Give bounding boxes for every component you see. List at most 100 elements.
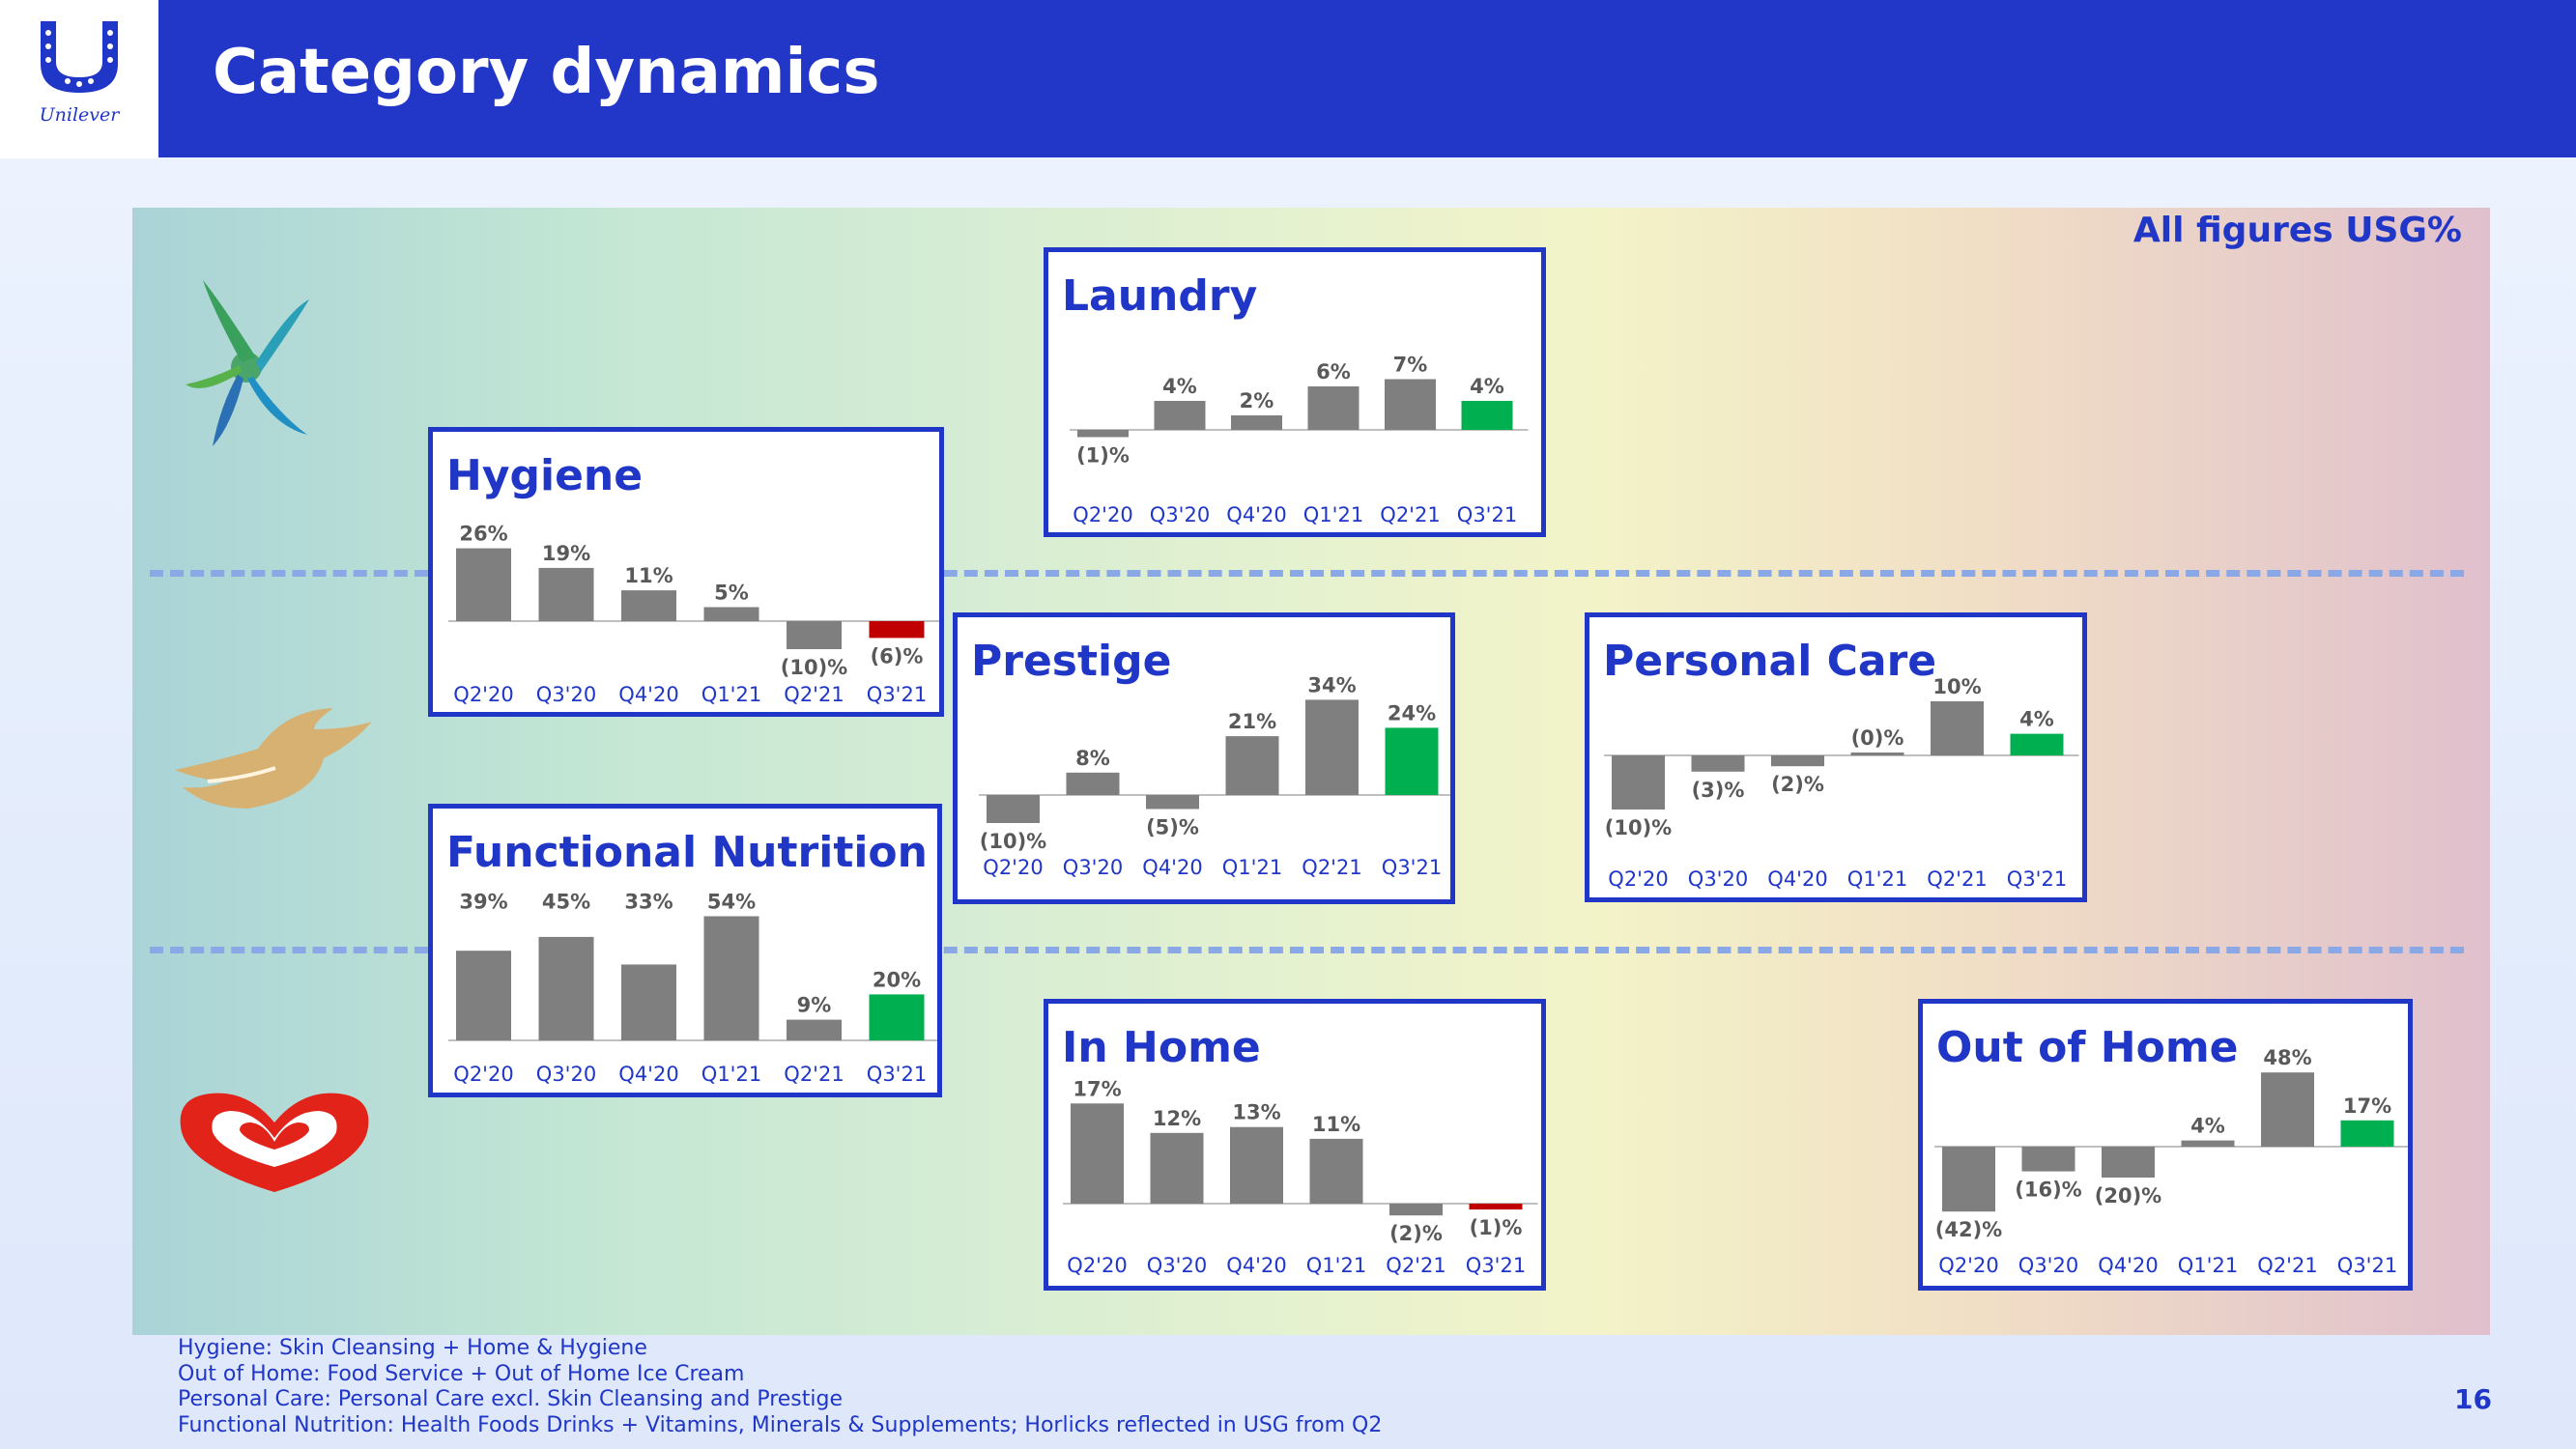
category-label: Q2'21: [784, 1063, 844, 1086]
bar: [2102, 1147, 2155, 1178]
figures-note: All figures USG%: [2132, 211, 2462, 250]
data-label: 12%: [1153, 1107, 1201, 1130]
data-label: (2)%: [1771, 773, 1824, 796]
bar: [2261, 1072, 2314, 1147]
data-label: (20)%: [2095, 1184, 2161, 1208]
bar: [1225, 736, 1279, 795]
bar: [621, 590, 676, 621]
data-label: (10)%: [980, 830, 1046, 853]
category-label: Q3'21: [1382, 856, 1442, 879]
category-label: Q2'20: [983, 856, 1043, 879]
category-label: Q3'21: [867, 683, 927, 706]
laundry-chart: Laundry (1)% Q2'20 4% Q3'20 2% Q4'20 6% Q1'21 7%…: [1044, 247, 1546, 537]
category-label: Q4'20: [1142, 856, 1202, 879]
category-label: Q4'20: [2098, 1254, 2158, 1277]
bar: [703, 916, 759, 1040]
bar: [538, 567, 594, 621]
category-label: Q1'21: [1303, 503, 1363, 526]
out-of-home-chart: Out of Home (42)% Q2'20 (16)% Q3'20 (20)% Q4'…: [1918, 999, 2413, 1291]
bar: [538, 936, 594, 1040]
data-label: 45%: [542, 890, 590, 913]
category-label: Q2'20: [1608, 867, 1668, 891]
data-label: (2)%: [1389, 1222, 1443, 1245]
category-label: Q2'20: [1938, 1254, 1998, 1277]
unilever-logo: Unilever: [0, 0, 158, 158]
bar: [621, 964, 676, 1040]
heart-brand-icon: [180, 1093, 369, 1192]
category-label: Q2'21: [784, 683, 844, 706]
bar: [1077, 430, 1129, 438]
bar: [456, 548, 511, 621]
data-label: 4%: [1470, 375, 1504, 398]
category-label: Q2'21: [1380, 503, 1440, 526]
footnote-line: Functional Nutrition: Health Foods Drink…: [178, 1412, 1383, 1437]
bar: [1385, 379, 1436, 430]
in-home-chart: In Home 17% Q2'20 12% Q3'20 13% Q4'20 11% Q1'21…: [1044, 999, 1546, 1291]
category-label: Q3'20: [536, 683, 596, 706]
bar: [1691, 755, 1745, 772]
category-label: Q4'20: [1226, 503, 1286, 526]
data-label: 17%: [2343, 1094, 2391, 1118]
data-label: 17%: [1073, 1077, 1121, 1100]
category-label: Q2'21: [1927, 867, 1987, 891]
footnote-line: Personal Care: Personal Care excl. Skin …: [178, 1387, 844, 1411]
data-label: 34%: [1307, 673, 1356, 696]
data-label: (42)%: [1935, 1218, 2002, 1241]
data-label: 7%: [1393, 354, 1428, 377]
category-label: Q1'21: [1847, 867, 1907, 891]
bar: [2181, 1140, 2235, 1147]
data-label: (10)%: [1605, 816, 1672, 839]
category-label: Q1'21: [2178, 1254, 2238, 1277]
bar: [1307, 386, 1360, 430]
category-label: Q3'20: [1688, 867, 1748, 891]
data-label: 39%: [459, 890, 507, 913]
category-label: Q1'21: [701, 1063, 761, 1086]
data-label: 10%: [1932, 675, 1981, 698]
bar: [1389, 1204, 1443, 1216]
data-label: 9%: [797, 994, 832, 1017]
data-label: (6)%: [871, 644, 924, 668]
data-label: 48%: [2263, 1046, 2311, 1069]
bar: [1385, 727, 1439, 795]
page-number: 16: [2454, 1383, 2492, 1415]
bar: [1305, 699, 1359, 795]
bar: [1154, 401, 1206, 430]
data-label: 2%: [1240, 389, 1274, 412]
category-label: Q4'20: [618, 1063, 678, 1086]
data-label: 26%: [459, 523, 507, 546]
prestige-chart: Prestige (10)% Q2'20 8% Q3'20 (5)% Q4'20 21% Q1…: [953, 612, 1455, 904]
functional-nutrition-chart: Functional Nutrition 39% Q2'20 45% Q3'20 33%…: [428, 804, 942, 1097]
category-label: Q1'21: [1306, 1254, 1366, 1277]
data-label: (0)%: [1851, 726, 1904, 750]
beauty-personal-care-icon: [186, 280, 309, 446]
footnote-line: Out of Home: Food Service + Out of Home …: [178, 1361, 745, 1386]
category-label: Q3'20: [2018, 1254, 2078, 1277]
category-label: Q4'20: [618, 683, 678, 706]
data-label: 4%: [1162, 375, 1197, 398]
bar: [2021, 1147, 2075, 1172]
category-label: Q3'21: [1457, 503, 1517, 526]
bar: [869, 621, 925, 639]
bar: [1612, 755, 1665, 810]
category-label: Q3'20: [536, 1063, 596, 1086]
category-label: Q1'21: [1222, 856, 1282, 879]
footnote-line: Hygiene: Skin Cleansing + Home & Hygiene: [178, 1336, 647, 1360]
bar: [456, 951, 511, 1040]
bar: [987, 795, 1040, 823]
data-label: 20%: [873, 968, 921, 991]
page-title: Category dynamics: [213, 37, 880, 108]
bar: [1931, 701, 1984, 755]
data-label: (10)%: [781, 656, 847, 679]
data-label: 11%: [624, 564, 673, 587]
data-label: 24%: [1388, 701, 1436, 724]
data-label: 33%: [624, 890, 673, 913]
data-label: (3)%: [1692, 779, 1745, 802]
category-label: Q2'20: [453, 683, 513, 706]
data-label: (1)%: [1076, 444, 1130, 468]
bar: [1461, 401, 1513, 430]
bar: [1146, 795, 1199, 810]
dove-bird-icon: [175, 708, 372, 809]
data-label: 8%: [1075, 747, 1110, 770]
category-label: Q1'21: [701, 683, 761, 706]
bar: [1231, 415, 1282, 430]
